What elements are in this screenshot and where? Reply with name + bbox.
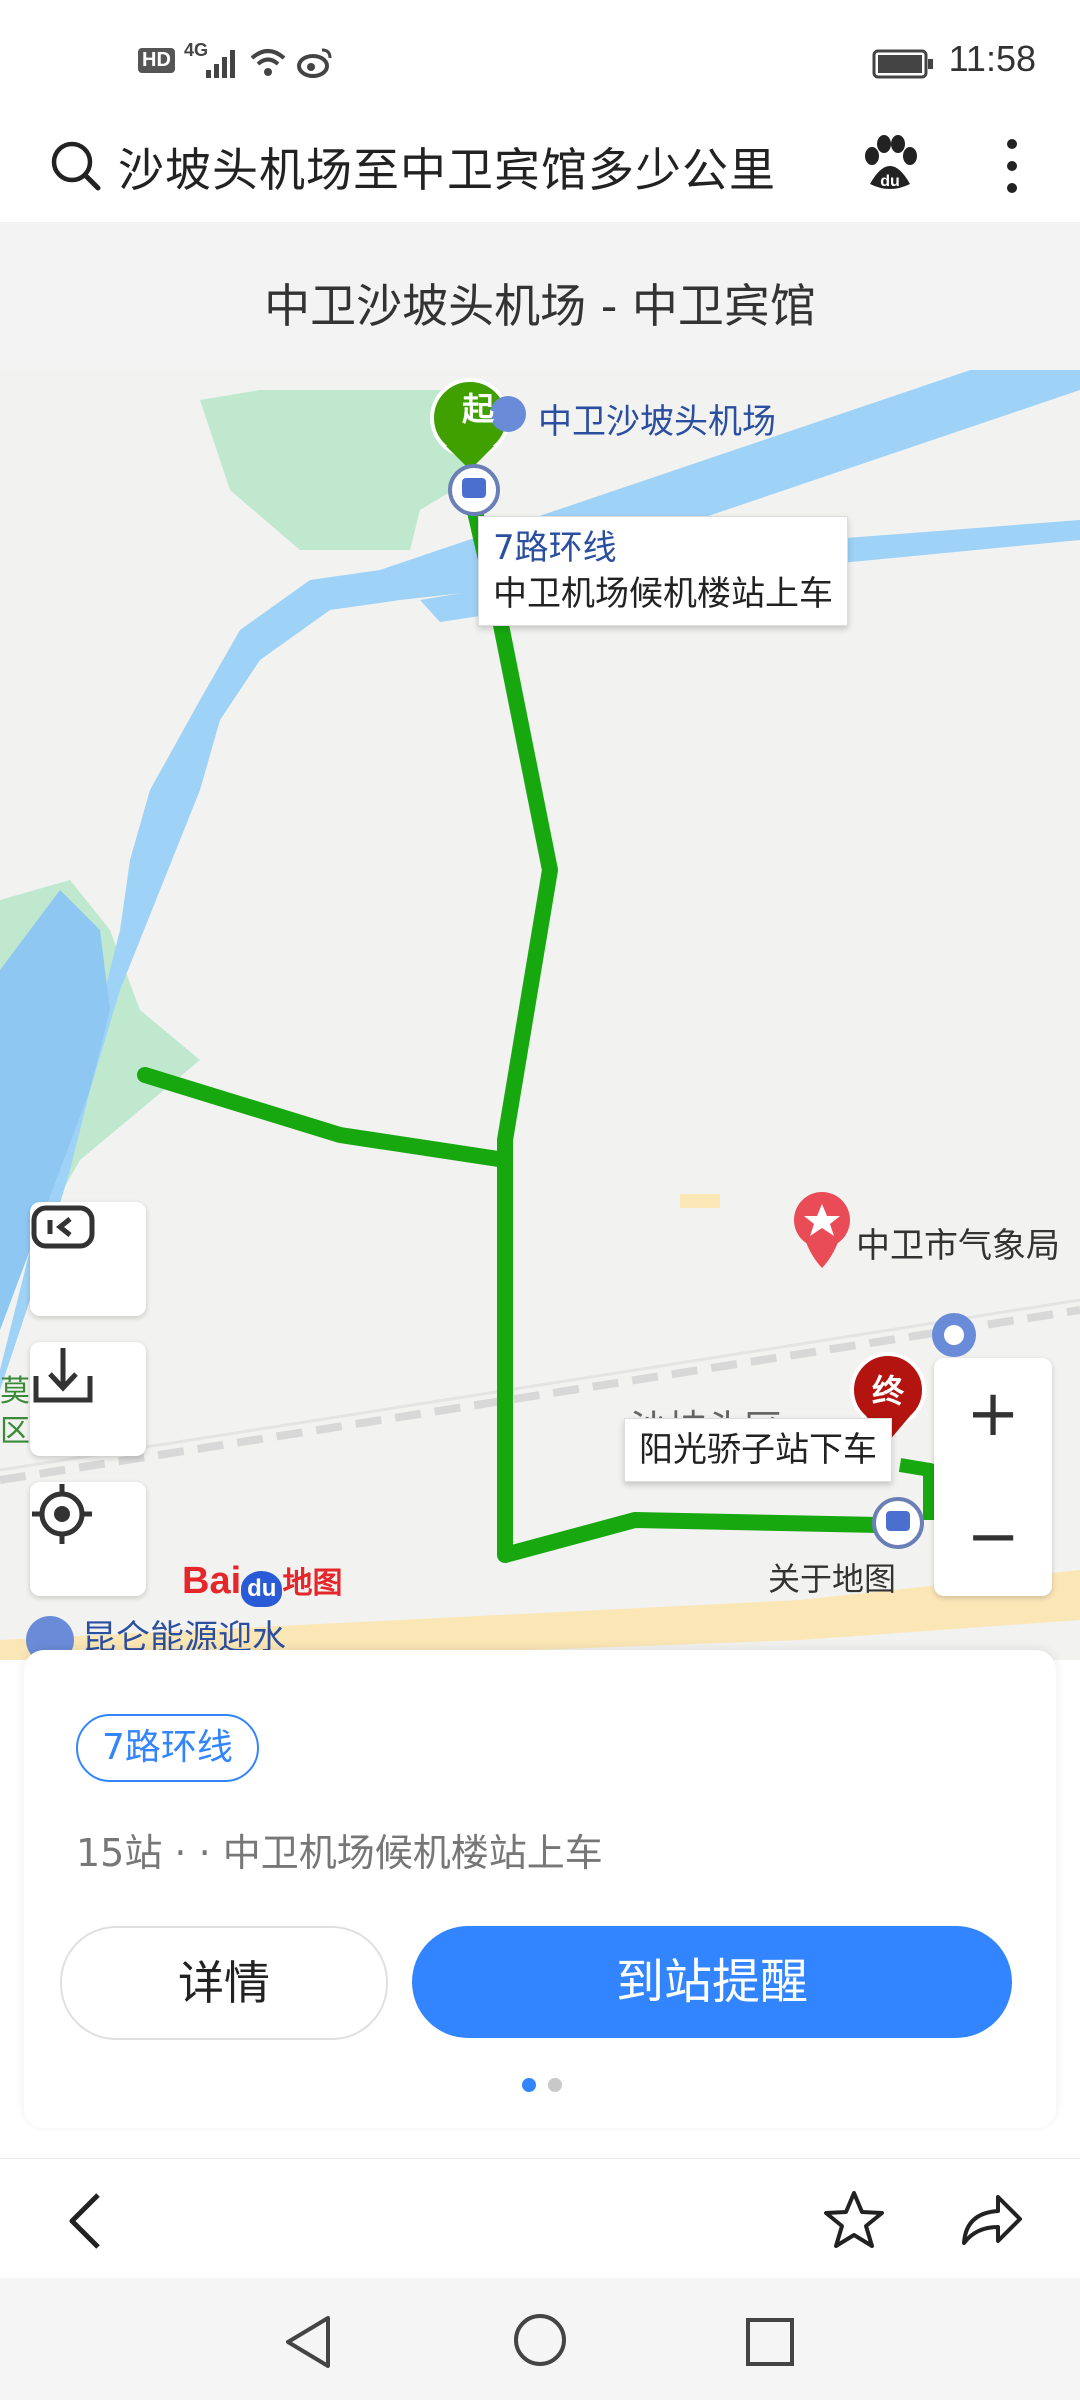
route-title: 中卫沙坡头机场 - 中卫宾馆 [264,279,816,333]
zoom-controls: + − [934,1358,1052,1596]
left-edge-label-2: 区 [0,1414,30,1449]
battery-icon [872,49,933,79]
line-badge[interactable]: 7路环线 [76,1714,259,1782]
left-edge-label-1: 莫 [0,1374,30,1409]
offline-download-button[interactable] [30,1342,146,1456]
download-icon [33,1348,93,1403]
about-map-link[interactable]: 关于地图 [768,1554,896,1600]
weather-bureau-label[interactable]: 中卫市气象局 [856,1218,1060,1267]
svg-text:du: du [880,173,900,190]
start-marker-label: 起 [462,390,495,428]
page-dot[interactable] [548,2078,562,2092]
share-icon[interactable] [958,2189,1024,2249]
zoom-out-button[interactable]: − [934,1478,1052,1596]
end-marker-label: 终 [872,1372,905,1410]
star-icon[interactable] [822,2189,886,2251]
browser-bar [0,2158,1080,2279]
nav-recents-icon[interactable] [744,2316,796,2368]
small-road-patch [680,1194,720,1208]
baidu-map-logo: Bai du 地图 [182,1558,342,1607]
system-nav-bar [0,2278,1080,2400]
locate-button[interactable] [30,1482,146,1596]
boarding-callout[interactable]: 7路环线 中卫机场候机楼站上车 [478,516,848,626]
airport-poi-icon [490,396,526,432]
back-arrow-icon[interactable] [64,2191,108,2251]
walk-route-line [137,1067,513,1168]
map-view[interactable]: 起 中卫沙坡头机场 7路环线 中卫机场候机楼站上车 中卫市气象局 沙坡头区 终 … [0,370,1080,1660]
page-dot-active[interactable] [522,2078,536,2092]
nav-home-icon[interactable] [512,2312,568,2368]
airport-label[interactable]: 中卫沙坡头机场 [538,394,776,443]
hd-icon: HD [138,48,175,73]
alight-callout-text: 阳光骄子站下车 [639,1430,877,1470]
layers-icon [31,1205,95,1249]
wifi-icon [250,49,286,76]
status-bar: HD 4G 11:58 [0,0,1080,110]
nav-back-icon[interactable] [282,2314,334,2370]
more-vertical-icon[interactable] [1000,136,1024,196]
search-header[interactable]: 沙坡头机场至中卫宾馆多少公里 du [0,110,1080,223]
search-query-text[interactable]: 沙坡头机场至中卫宾馆多少公里 [118,134,776,200]
details-button[interactable]: 详情 [60,1926,388,2040]
status-time: 11:58 [948,38,1036,79]
route-card[interactable]: 7路环线 15站 · · 中卫机场候机楼站上车 详情 到站提醒 [24,1650,1056,2128]
weibo-icon [297,48,332,78]
locate-icon [32,1484,92,1544]
layers-button[interactable] [30,1202,146,1316]
route-title-bar: 中卫沙坡头机场 - 中卫宾馆 [0,222,1080,370]
zoom-in-button[interactable]: + [934,1358,1052,1476]
baidu-paw-icon[interactable]: du [860,134,920,196]
alight-callout[interactable]: 阳光骄子站下车 [624,1418,892,1482]
line-info: 15站 · · 中卫机场候机楼站上车 [76,1831,603,1875]
boarding-callout-line: 7路环线 [493,528,617,568]
search-icon[interactable] [48,138,104,194]
baidu-paw-logo-icon: du [241,1570,283,1607]
boarding-callout-stop: 中卫机场候机楼站上车 [493,574,833,614]
signal-icon [206,50,235,78]
arrival-reminder-button[interactable]: 到站提醒 [412,1926,1012,2038]
